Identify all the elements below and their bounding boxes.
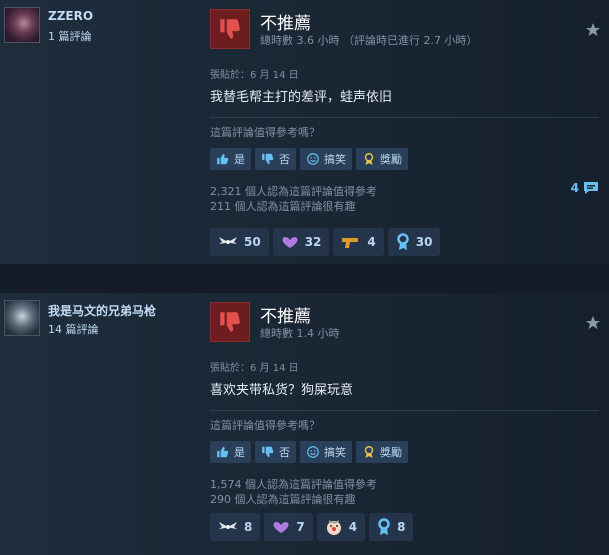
award-count: 4 [367,235,376,249]
reviewer-panel: ZZERO 1 篇評論 [0,0,200,264]
vote-buttons: 是 否 搞笑 獎勵 [210,148,408,170]
reviewer-name[interactable]: 我是马文的兄弟马枪 [48,302,156,319]
report-flag-icon[interactable] [585,22,601,38]
award-item[interactable]: 4 [316,513,366,541]
ribbon-award-icon [397,233,409,250]
helpful-stat: 2,321 個人認為這篇評論值得參考 [210,185,377,198]
award-count: 30 [415,235,433,249]
playtime: 總時數 1.4 小時 [260,327,340,340]
clown-award-icon [326,520,341,535]
vote-buttons: 是 否 搞笑 獎勵 [210,441,408,463]
thumbs-up-icon [217,446,229,458]
review-card: ZZERO 1 篇評論 不推薦 總時數 3.6 小時 （評論時已進行 2.7 小… [0,0,609,264]
posted-date: 張貼於：6 月 14 日 [210,363,299,374]
funny-stat: 211 個人認為這篇評論很有趣 [210,200,356,213]
vote-funny-button[interactable]: 搞笑 [300,441,352,463]
award-ribbon-icon [364,446,374,458]
award-item[interactable]: 32 [272,228,330,256]
review-text: 我替毛帮主打的差评，蛙声依旧 [210,90,393,105]
divider [210,410,599,411]
awards-row: 8 7 4 8 [210,513,414,541]
award-item[interactable]: 8 [210,513,261,541]
vote-no-label: 否 [279,446,290,459]
review-content: 不推薦 總時數 1.4 小時 張貼於：6 月 14 日 喜欢夹带私货？狗屎玩意 … [200,293,609,555]
thumbs-up-icon [217,153,229,165]
thumbs-down-icon [262,446,274,458]
vote-yes-label: 是 [234,153,245,166]
thumbs-down-icon [210,302,250,342]
award-count: 8 [244,520,253,534]
smiley-icon [307,446,319,458]
recommendation-title[interactable]: 不推薦 [260,9,311,34]
vote-no-button[interactable]: 否 [255,441,296,463]
smiley-icon [307,153,319,165]
comments-link[interactable]: 4 [571,181,599,195]
review-count[interactable]: 14 篇評論 [48,321,99,337]
vote-yes-label: 是 [234,446,245,459]
award-item[interactable]: 4 [333,228,384,256]
gun-award-icon [342,238,359,248]
award-count: 7 [296,520,305,534]
heart-hands-award-icon [273,521,289,533]
award-count: 50 [244,235,261,249]
award-label: 獎勵 [380,153,402,166]
review-content: 不推薦 總時數 3.6 小時 （評論時已進行 2.7 小時） 張貼於：6 月 1… [200,0,609,264]
reviewer-panel: 我是马文的兄弟马枪 14 篇評論 [0,293,200,555]
award-label: 獎勵 [380,446,402,459]
award-count: 4 [348,520,358,534]
vote-funny-label: 搞笑 [324,153,346,166]
vote-yes-button[interactable]: 是 [210,441,251,463]
ribbon-award-icon [378,518,390,535]
awards-row: 50 32 4 30 [210,228,441,256]
wings-award-icon [219,237,237,244]
award-item[interactable]: 50 [210,228,269,256]
avatar[interactable] [4,300,40,336]
vote-yes-button[interactable]: 是 [210,148,251,170]
helpful-stat: 1,574 個人認為這篇評論值得參考 [210,478,377,491]
award-item[interactable]: 8 [369,513,414,541]
reviewer-name[interactable]: ZZERO [48,9,93,23]
award-item[interactable]: 30 [387,228,441,256]
award-count: 32 [304,235,322,249]
helpful-question: 這篇評論值得參考嗎？ [210,419,320,432]
recommendation-title[interactable]: 不推薦 [260,302,311,327]
vote-funny-button[interactable]: 搞笑 [300,148,352,170]
award-ribbon-icon [364,153,374,165]
review-text: 喜欢夹带私货？狗屎玩意 [210,383,354,398]
award-button[interactable]: 獎勵 [356,441,408,463]
vote-funny-label: 搞笑 [324,446,346,459]
playtime: 總時數 3.6 小時 （評論時已進行 2.7 小時） [260,34,478,47]
thumbs-down-icon [262,153,274,165]
award-button[interactable]: 獎勵 [356,148,408,170]
wings-award-icon [219,522,237,529]
helpful-question: 這篇評論值得參考嗎？ [210,126,320,139]
funny-stat: 290 個人認為這篇評論很有趣 [210,493,356,506]
avatar[interactable] [4,7,40,43]
review-count[interactable]: 1 篇評論 [48,28,92,44]
posted-date: 張貼於：6 月 14 日 [210,70,299,81]
review-card: 我是马文的兄弟马枪 14 篇評論 不推薦 總時數 1.4 小時 張貼於：6 月 … [0,293,609,555]
heart-hands-award-icon [282,236,298,248]
vote-no-button[interactable]: 否 [255,148,296,170]
vote-no-label: 否 [279,153,290,166]
review-separator [0,264,609,293]
divider [210,117,599,118]
comment-bubble-icon [584,182,598,194]
award-count: 8 [397,520,406,534]
thumbs-down-icon [210,9,250,49]
report-flag-icon[interactable] [585,315,601,331]
award-item[interactable]: 7 [264,513,313,541]
comment-count: 4 [570,181,579,195]
